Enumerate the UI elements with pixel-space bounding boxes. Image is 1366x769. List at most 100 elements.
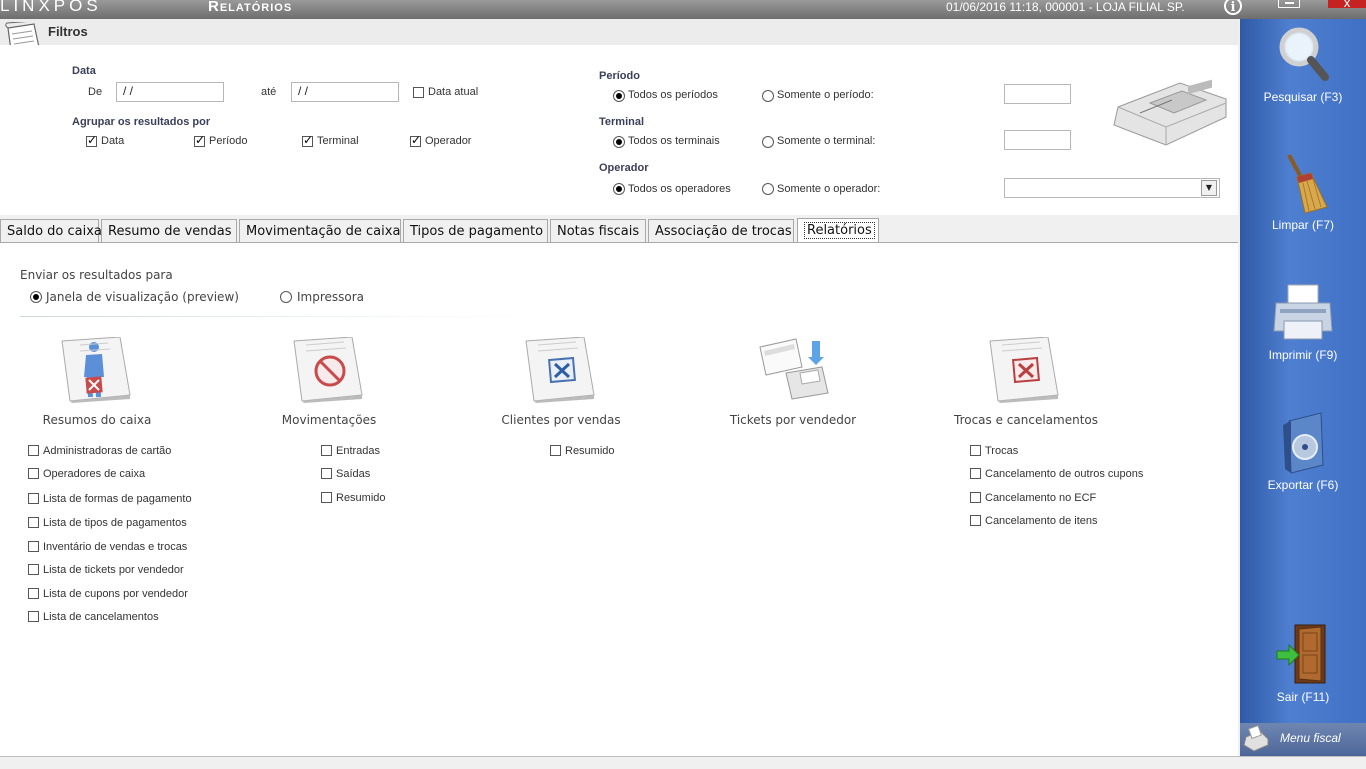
only-operator-label: Somente o operador: [777,183,881,195]
option-label: Cancelamento de outros cupons [985,468,1144,480]
close-icon[interactable]: x [1328,0,1366,8]
option-checkbox[interactable] [550,445,561,456]
only-period-label: Somente o período: [777,89,874,101]
preview-radio[interactable] [30,291,42,303]
group-by-date-checkbox[interactable] [86,133,97,147]
printer-radio[interactable] [280,291,292,303]
date-to-label: até [261,86,277,98]
all-terminals-radio[interactable] [613,136,625,148]
export-button-label: Exportar (F6) [1267,478,1339,492]
search-button[interactable]: Pesquisar (F3) [1240,23,1366,104]
session-status: 01/06/2016 11:18, 000001 - LOJA FILIAL S… [946,0,1185,14]
screen-title: Relatórios [208,0,293,15]
app-logo: LINXPOS [0,0,102,15]
option-label: Saídas [336,468,371,480]
all-operators-radio[interactable] [613,183,625,195]
group-title-tickets-por-vendedor: Tickets por vendedor [729,413,857,427]
exit-button-label: Sair (F11) [1276,690,1330,704]
filters-header: Filtros [0,19,1238,45]
date-to-input[interactable]: / / [291,82,399,102]
option-label: Resumido [565,445,615,457]
minimize-icon[interactable] [1278,0,1300,8]
option-checkbox[interactable] [321,468,332,479]
tab-saldo-do-caixa[interactable]: Saldo do caixa [0,219,102,243]
status-bar [0,756,1366,769]
only-operator-radio[interactable] [762,183,774,195]
send-divider [20,316,520,317]
all-periods-label: Todos os períodos [628,89,718,101]
option-checkbox[interactable] [28,493,39,504]
preview-label: Janela de visualização (preview) [46,290,239,304]
group-by-terminal-label: Terminal [317,135,359,147]
only-terminal-label: Somente o terminal: [777,135,876,147]
export-button[interactable]: Exportar (F6) [1240,411,1366,492]
printer-label: Impressora [297,290,365,304]
exit-button[interactable]: Sair (F11) [1240,623,1366,704]
option-label: Operadores de caixa [43,468,146,480]
only-terminal-radio[interactable] [762,136,774,148]
tab-resumo-de-vendas[interactable]: Resumo de vendas [101,219,237,243]
tab-notas-fiscais[interactable]: Notas fiscais [550,219,646,243]
credit-card-receipt-icon[interactable] [756,333,836,405]
option-checkbox[interactable] [28,611,39,622]
group-by-period-label: Período [209,135,248,147]
reports-panel: Enviar os resultados para Janela de visu… [0,242,1238,756]
period-input[interactable] [1004,84,1071,104]
date-from-input[interactable]: / / [116,82,224,102]
menu-fiscal-label: Menu fiscal [1280,731,1341,745]
option-checkbox[interactable] [28,588,39,599]
option-checkbox[interactable] [970,445,981,456]
clear-button[interactable]: Limpar (F7) [1240,151,1366,232]
tab-relatorios[interactable]: Relatórios [797,218,879,243]
option-checkbox[interactable] [970,492,981,503]
magnifier-icon [1279,27,1329,81]
option-checkbox[interactable] [970,515,981,526]
terminal-input[interactable] [1004,130,1071,150]
only-period-radio[interactable] [762,90,774,102]
export-disc-icon [1283,412,1324,474]
search-button-label: Pesquisar (F3) [1263,90,1343,104]
option-checkbox[interactable] [28,445,39,456]
prohibited-report-icon[interactable] [292,337,364,403]
group-by-period-checkbox[interactable] [194,133,205,147]
print-button[interactable]: Imprimir (F9) [1240,281,1366,362]
option-checkbox[interactable] [28,564,39,575]
person-report-icon[interactable] [60,337,132,403]
option-checkbox[interactable] [28,468,39,479]
tab-tipos-de-pagamento[interactable]: Tipos de pagamento [403,219,548,243]
group-by-terminal-checkbox[interactable] [302,133,313,147]
group-by-operator-label: Operador [425,135,472,147]
info-icon[interactable]: i [1224,0,1242,15]
terminal-section-label: Terminal [599,116,645,128]
option-checkbox[interactable] [321,492,332,503]
option-label: Cancelamento no ECF [985,492,1097,504]
clear-button-label: Limpar (F7) [1271,218,1334,232]
print-button-label: Imprimir (F9) [1268,348,1338,362]
option-label: Lista de formas de pagamento [43,493,192,505]
option-label: Lista de tickets por vendedor [43,564,184,576]
all-periods-radio[interactable] [613,90,625,102]
menu-fiscal-button[interactable]: Menu fiscal [1240,723,1366,756]
filters-panel: Data De / / até / / Data atual Agrupar o… [0,45,1238,215]
option-label: Lista de cupons por vendedor [43,588,188,600]
current-date-checkbox[interactable] [413,87,424,98]
tab-associacao-de-trocas[interactable]: Associação de trocas [648,219,794,243]
broom-icon [1287,154,1328,214]
blue-x-report-icon[interactable] [524,337,596,403]
option-checkbox[interactable] [970,468,981,479]
action-sidebar: Pesquisar (F3) Limpar (F7) Imprimir (F9)… [1240,19,1366,723]
red-x-report-icon[interactable] [988,337,1060,403]
chevron-down-icon[interactable]: ▼ [1201,180,1217,196]
option-label: Entradas [336,445,381,457]
option-checkbox[interactable] [321,445,332,456]
option-label: Lista de tipos de pagamentos [43,517,187,529]
group-by-operator-checkbox[interactable] [410,133,421,147]
option-checkbox[interactable] [28,541,39,552]
option-label: Administradoras de cartão [43,445,172,457]
operator-select[interactable] [1004,178,1220,198]
operator-section-label: Operador [599,162,649,174]
printer-illustration [1113,79,1227,146]
title-bar: LINXPOS Relatórios 01/06/2016 11:18, 000… [0,0,1366,19]
tab-movimentacao-de-caixa[interactable]: Movimentação de caixa [239,219,401,243]
option-checkbox[interactable] [28,517,39,528]
